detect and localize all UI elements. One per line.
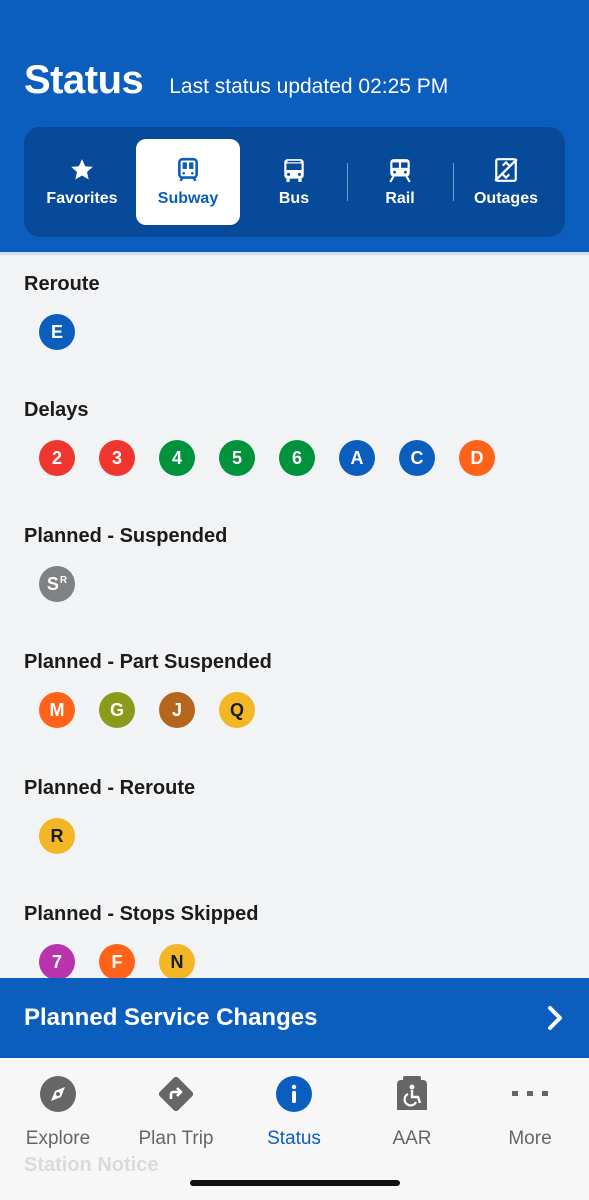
tab-favorites[interactable]: Favorites	[30, 139, 134, 225]
line-bullet-a[interactable]: A	[339, 440, 375, 476]
station-notice-ghost-text: Station Notice	[24, 1154, 159, 1176]
nav-label: Explore	[25, 1128, 91, 1149]
section-title: Planned - Reroute	[24, 777, 196, 799]
nav-label: More	[508, 1128, 552, 1149]
line-bullets: 7 F N	[39, 944, 258, 980]
nav-label: Plan Trip	[138, 1128, 214, 1149]
line-bullet-4[interactable]: 4	[159, 440, 195, 476]
header-divider	[0, 252, 589, 255]
tab-label: Rail	[385, 190, 415, 207]
mode-tabs: Favorites Subway Bus Rail Outages	[24, 127, 565, 237]
line-bullet-r[interactable]: R	[39, 818, 75, 854]
section-delays: Delays 2 3 4 5 6 A C D	[24, 399, 519, 476]
section-title: Reroute	[24, 273, 100, 295]
line-bullet-5[interactable]: 5	[219, 440, 255, 476]
info-icon	[274, 1074, 314, 1114]
home-indicator[interactable]	[190, 1180, 400, 1186]
section-title: Planned - Suspended	[24, 525, 228, 547]
directions-icon	[156, 1074, 196, 1114]
line-bullet-n[interactable]: N	[159, 944, 195, 980]
line-bullets: R	[39, 818, 195, 854]
line-bullet-c[interactable]: C	[399, 440, 435, 476]
line-bullet-2[interactable]: 2	[39, 440, 75, 476]
line-bullets: E	[39, 314, 100, 350]
elevator-outage-icon	[492, 156, 520, 184]
tab-label: Favorites	[46, 190, 118, 207]
section-planned-part-suspended: Planned - Part Suspended M G J Q	[24, 651, 279, 728]
section-planned-suspended: Planned - Suspended SR	[24, 525, 227, 602]
tab-bus[interactable]: Bus	[242, 139, 346, 225]
tab-label: Bus	[278, 190, 310, 207]
section-reroute: Reroute E	[24, 273, 100, 350]
line-bullet-7[interactable]: 7	[39, 944, 75, 980]
line-bullets: M G J Q	[39, 692, 279, 728]
line-bullet-m[interactable]: M	[39, 692, 75, 728]
accessible-icon	[392, 1074, 432, 1114]
line-bullet-j[interactable]: J	[159, 692, 195, 728]
bottom-nav: Explore Plan Trip Status AAR More	[0, 1058, 589, 1200]
last-updated-text: Last status updated 02:25 PM	[169, 75, 449, 98]
line-bullet-6[interactable]: 6	[279, 440, 315, 476]
chevron-right-icon	[545, 1004, 565, 1032]
bus-icon	[280, 156, 308, 184]
nav-aar[interactable]: AAR	[357, 1074, 467, 1150]
nav-label: Status	[267, 1128, 321, 1149]
line-bullet-q[interactable]: Q	[219, 692, 255, 728]
tab-outages[interactable]: Outages	[454, 139, 558, 225]
nav-label: AAR	[392, 1128, 432, 1149]
section-title: Delays	[24, 399, 89, 421]
tab-rail[interactable]: Rail	[348, 139, 452, 225]
nav-explore[interactable]: Explore	[3, 1074, 113, 1150]
subway-icon	[174, 156, 202, 184]
nav-plan-trip[interactable]: Plan Trip	[121, 1074, 231, 1150]
line-bullet-d[interactable]: D	[459, 440, 495, 476]
line-bullets: SR	[39, 566, 227, 602]
line-bullet-e[interactable]: E	[39, 314, 75, 350]
line-bullet-sr[interactable]: SR	[39, 566, 75, 602]
section-title: Planned - Stops Skipped	[24, 903, 259, 925]
tab-label: Subway	[157, 190, 219, 207]
tab-label: Outages	[473, 190, 538, 207]
bullet-superscript: R	[59, 574, 68, 586]
tab-subway[interactable]: Subway	[136, 139, 240, 225]
line-bullet-g[interactable]: G	[99, 692, 135, 728]
star-icon	[68, 156, 96, 184]
bullet-label: S	[46, 573, 59, 594]
line-bullet-f[interactable]: F	[99, 944, 135, 980]
planned-service-changes-label: Planned Service Changes	[24, 1004, 318, 1031]
more-dots-icon	[510, 1074, 550, 1114]
section-planned-stops-skipped: Planned - Stops Skipped 7 F N	[24, 903, 258, 980]
title-row: Status Last status updated 02:25 PM	[24, 58, 448, 103]
line-bullets: 2 3 4 5 6 A C D	[39, 440, 519, 476]
compass-icon	[38, 1074, 78, 1114]
nav-status[interactable]: Status	[239, 1074, 349, 1150]
nav-more[interactable]: More	[475, 1074, 585, 1150]
status-header: Status Last status updated 02:25 PM Favo…	[0, 0, 589, 252]
planned-service-changes-button[interactable]: Planned Service Changes	[0, 978, 589, 1058]
section-title: Planned - Part Suspended	[24, 651, 272, 673]
page-title: Status	[24, 58, 144, 102]
line-bullet-3[interactable]: 3	[99, 440, 135, 476]
section-planned-reroute: Planned - Reroute R	[24, 777, 195, 854]
rail-icon	[386, 156, 414, 184]
